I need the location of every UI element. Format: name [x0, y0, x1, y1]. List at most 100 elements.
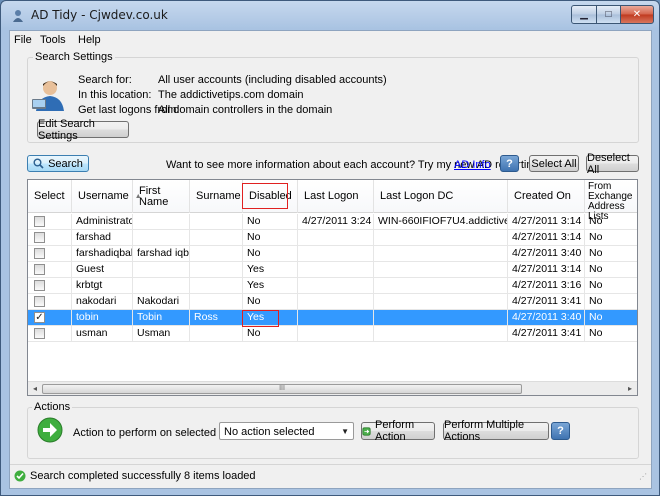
column-header-surname[interactable]: Surname — [190, 180, 243, 213]
column-header-first-name[interactable]: First Name — [133, 180, 190, 213]
cell-surname — [190, 262, 243, 278]
table-row[interactable]: nakodariNakodariNo4/27/2011 3:41 PMNo — [28, 294, 637, 310]
maximize-button[interactable]: □ — [596, 5, 621, 24]
help-icon: ? — [506, 157, 513, 170]
go-arrow-icon — [37, 417, 63, 443]
action-select[interactable]: No action selected ▼ — [219, 422, 354, 440]
cell-dc — [374, 326, 508, 342]
minimize-button[interactable]: ▁ — [571, 5, 597, 24]
cell-last-logon — [298, 278, 374, 294]
close-icon: ✕ — [632, 9, 642, 20]
row-checkbox[interactable] — [34, 328, 45, 339]
column-header-select[interactable]: Select — [28, 180, 72, 213]
row-checkbox[interactable]: ✓ — [34, 312, 45, 323]
action-select-value: No action selected — [224, 426, 315, 438]
scroll-right-icon[interactable]: ▸ — [624, 383, 636, 395]
cell-last-logon — [298, 246, 374, 262]
disabled-header-highlight — [242, 183, 288, 209]
cell-last-logon: 4/27/2011 3:24 PM — [298, 214, 374, 230]
row-checkbox[interactable] — [34, 280, 45, 291]
title-bar[interactable]: AD Tidy - Cjwdev.co.uk ▁ □ ✕ — [1, 1, 659, 30]
search-button[interactable]: Search — [27, 155, 89, 172]
cell-created: 4/27/2011 3:14 PM — [508, 262, 585, 278]
select-cell — [28, 230, 72, 246]
column-header-hidden[interactable]: Hidden From Exchange Address Lists — [585, 180, 637, 221]
column-header-created-on[interactable]: Created On — [508, 180, 585, 213]
menu-help[interactable]: Help — [78, 34, 101, 46]
select-cell — [28, 262, 72, 278]
table-row[interactable]: Guest Yes 4/27/2011 3:14 PMNo — [28, 262, 637, 278]
cell-surname: Ross — [190, 310, 243, 326]
table-row[interactable]: krbtgt Yes 4/27/2011 3:16 PMNo — [28, 278, 637, 294]
horizontal-scrollbar[interactable]: ◂ III ▸ — [28, 381, 637, 395]
cell-created: 4/27/2011 3:14 PM — [508, 230, 585, 246]
cell-dc — [374, 278, 508, 294]
cell-surname — [190, 230, 243, 246]
cell-dc — [374, 310, 508, 326]
perform-action-icon — [362, 426, 371, 436]
accounts-grid[interactable]: Select Username ▲ First Name Surname Disa… — [27, 179, 638, 396]
edit-search-settings-button[interactable]: Edit Search Settings — [37, 118, 129, 142]
column-header-last-logon[interactable]: Last Logon — [298, 180, 374, 213]
row-checkbox[interactable] — [34, 264, 45, 275]
cell-created: 4/27/2011 3:40 PM — [508, 310, 585, 326]
search-for-label: Search for: — [78, 74, 132, 86]
cell-surname — [190, 294, 243, 310]
cell-username: farshadiqbal — [72, 246, 133, 262]
help-icon: ? — [557, 425, 564, 437]
table-row[interactable]: farshadiqbalfarshad iqbalNo4/27/2011 3:4… — [28, 246, 637, 262]
column-header-last-logon-dc[interactable]: Last Logon DC — [374, 180, 508, 213]
scroll-grip-icon: III — [279, 385, 285, 392]
resize-grip-icon[interactable]: ⋰ — [639, 472, 647, 481]
row-checkbox[interactable] — [34, 248, 45, 259]
app-icon — [13, 10, 23, 22]
cell-last-logon — [298, 326, 374, 342]
cell-disabled: Yes — [243, 262, 298, 278]
scroll-thumb[interactable]: III — [42, 384, 522, 394]
cell-hidden: No — [585, 230, 637, 246]
ad-info-link[interactable]: AD Info — [454, 159, 491, 171]
deselect-all-button[interactable]: Deselect All — [586, 152, 639, 176]
checkmark-icon: ✓ — [35, 312, 44, 323]
cell-hidden: No — [585, 278, 637, 294]
close-button[interactable]: ✕ — [620, 5, 654, 24]
table-row[interactable]: AdministratorNo4/27/2011 3:24 PMWIN-660I… — [28, 214, 637, 230]
actions-help-button[interactable]: ? — [551, 422, 570, 440]
column-header-label: Surname — [196, 190, 241, 202]
perform-multiple-actions-label: Perform Multiple Actions — [444, 419, 525, 443]
select-cell — [28, 294, 72, 310]
status-bar: Search completed successfully 8 items lo… — [10, 464, 651, 488]
row-checkbox[interactable] — [34, 296, 45, 307]
cell-first — [133, 214, 190, 230]
perform-action-button[interactable]: Perform Action — [361, 419, 435, 443]
table-row[interactable]: usmanUsmanNo4/27/2011 3:41 PMNo — [28, 326, 637, 342]
column-header-username[interactable]: Username ▲ — [72, 180, 142, 213]
app-window: AD Tidy - Cjwdev.co.uk ▁ □ ✕ File Tools … — [0, 0, 660, 496]
perform-multiple-actions-button[interactable]: Perform Multiple Actions — [443, 419, 549, 443]
status-text: Search completed successfully — [30, 470, 182, 482]
cell-first — [133, 230, 190, 246]
cell-surname — [190, 246, 243, 262]
cell-first: Nakodari — [133, 294, 190, 310]
menu-tools[interactable]: Tools — [40, 34, 66, 46]
perform-action-label: Perform Action — [375, 419, 415, 443]
success-check-icon — [14, 470, 26, 482]
row-checkbox[interactable] — [34, 216, 45, 227]
select-all-label: Select All — [531, 157, 577, 170]
table-row[interactable]: ✓tobinTobinRossYes4/27/2011 3:40 PMNo — [28, 310, 637, 326]
scroll-left-icon[interactable]: ◂ — [29, 383, 41, 395]
cell-disabled: No — [243, 214, 298, 230]
select-cell — [28, 278, 72, 294]
select-cell — [28, 214, 72, 230]
cell-hidden: No — [585, 246, 637, 262]
help-button[interactable]: ? — [500, 155, 519, 172]
cell-hidden: No — [585, 310, 637, 326]
cell-created: 4/27/2011 3:41 PM — [508, 326, 585, 342]
column-header-label: Created On — [514, 190, 571, 202]
cell-hidden: No — [585, 262, 637, 278]
menu-file[interactable]: File — [14, 34, 32, 46]
cell-first: Usman — [133, 326, 190, 342]
select-all-button[interactable]: Select All — [529, 155, 579, 172]
row-checkbox[interactable] — [34, 232, 45, 243]
table-row[interactable]: farshadNo4/27/2011 3:14 PMNo — [28, 230, 637, 246]
